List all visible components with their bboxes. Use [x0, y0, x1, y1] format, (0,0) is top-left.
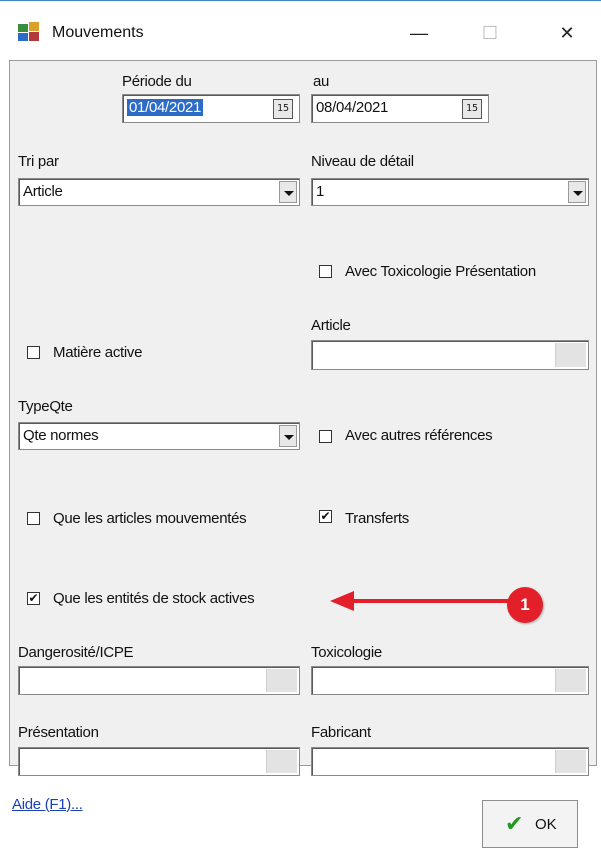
- chevron-down-icon[interactable]: [568, 181, 586, 203]
- manufacturer-lookup-button[interactable]: [555, 750, 586, 773]
- ok-button[interactable]: ✔ OK: [482, 800, 578, 848]
- presentation-input[interactable]: [18, 747, 300, 776]
- detail-level-label: Niveau de détail: [311, 153, 414, 170]
- moved-articles-label: Que les articles mouvementés: [53, 510, 247, 527]
- other-refs-label: Avec autres références: [345, 427, 493, 444]
- other-refs-checkbox[interactable]: [319, 430, 332, 443]
- qty-type-label: TypeQte: [18, 398, 73, 415]
- detail-level-select[interactable]: 1: [311, 178, 589, 206]
- period-from-value: 01/04/2021: [127, 99, 204, 116]
- manufacturer-input[interactable]: [311, 747, 589, 776]
- transfers-label: Transferts: [345, 510, 409, 527]
- sort-label: Tri par: [18, 153, 59, 170]
- window-title: Mouvements: [52, 24, 144, 41]
- minimize-button[interactable]: —: [396, 14, 442, 52]
- period-to-input[interactable]: 08/04/2021 15: [311, 94, 489, 123]
- tox-presentation-checkbox[interactable]: [319, 265, 332, 278]
- sort-select[interactable]: Article: [18, 178, 300, 206]
- moved-articles-checkbox[interactable]: [27, 512, 40, 525]
- check-icon: ✔: [505, 812, 524, 837]
- manufacturer-label: Fabricant: [311, 724, 371, 741]
- period-to-value: 08/04/2021: [316, 99, 389, 116]
- help-link[interactable]: Aide (F1)...: [12, 796, 83, 813]
- sort-value: Article: [23, 183, 63, 200]
- qty-type-select[interactable]: Qte normes: [18, 422, 300, 450]
- danger-lookup-button[interactable]: [266, 669, 297, 692]
- active-substance-checkbox[interactable]: [27, 346, 40, 359]
- article-label: Article: [311, 317, 351, 334]
- toxicology-label: Toxicologie: [311, 644, 382, 661]
- period-to-label: au: [313, 73, 330, 90]
- toxicology-lookup-button[interactable]: [555, 669, 586, 692]
- active-substance-label: Matière active: [53, 344, 143, 361]
- danger-label: Dangerosité/ICPE: [18, 644, 134, 661]
- article-input[interactable]: [311, 340, 589, 370]
- annotation-arrow: [330, 591, 512, 611]
- period-from-input[interactable]: 01/04/2021 15: [122, 94, 300, 123]
- close-button[interactable]: ✕: [544, 14, 590, 52]
- app-icon: [18, 22, 40, 42]
- active-stock-checkbox[interactable]: ✔: [27, 592, 40, 605]
- calendar-icon[interactable]: 15: [462, 99, 482, 119]
- annotation-badge: 1: [507, 587, 543, 623]
- chevron-down-icon[interactable]: [279, 425, 297, 447]
- toxicology-input[interactable]: [311, 666, 589, 695]
- active-stock-label: Que les entités de stock actives: [53, 590, 255, 607]
- ok-button-label: OK: [535, 816, 557, 833]
- presentation-lookup-button[interactable]: [266, 750, 297, 773]
- danger-input[interactable]: [18, 666, 300, 695]
- detail-level-value: 1: [316, 183, 325, 200]
- transfers-checkbox[interactable]: ✔: [319, 510, 332, 523]
- period-from-label: Période du: [122, 73, 192, 90]
- tox-presentation-label: Avec Toxicologie Présentation: [345, 263, 536, 280]
- maximize-button[interactable]: ☐: [467, 14, 513, 52]
- article-lookup-button[interactable]: [555, 343, 586, 367]
- presentation-label: Présentation: [18, 724, 99, 741]
- chevron-down-icon[interactable]: [279, 181, 297, 203]
- qty-type-value: Qte normes: [23, 427, 99, 444]
- calendar-icon[interactable]: 15: [273, 99, 293, 119]
